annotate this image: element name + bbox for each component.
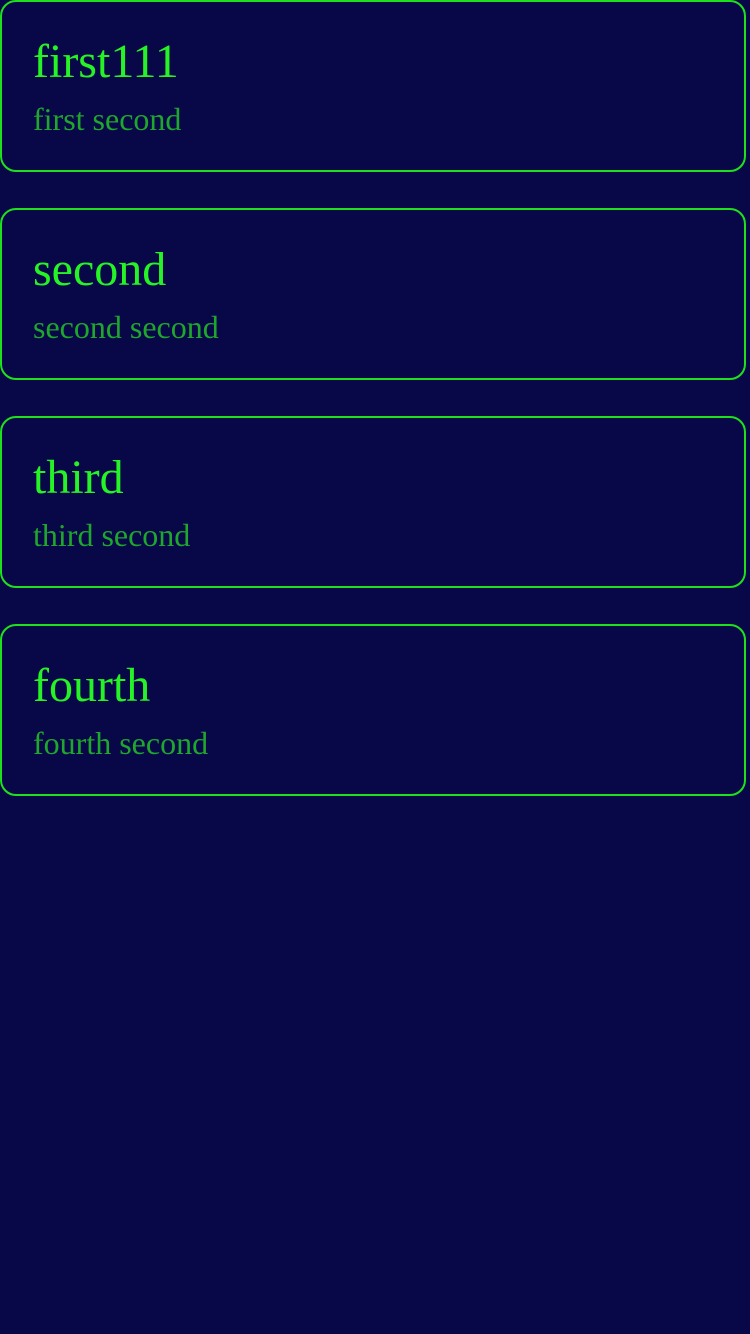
- card-title: fourth: [33, 659, 151, 712]
- list-item-card[interactable]: first111 first second: [0, 0, 746, 172]
- list-item-card[interactable]: third third second: [0, 416, 746, 588]
- list-item-card[interactable]: second second second: [0, 208, 746, 380]
- card-title: first111: [33, 35, 179, 88]
- card-subtitle: first second: [33, 101, 182, 137]
- list-item-card[interactable]: fourth fourth second: [0, 624, 746, 796]
- card-title: third: [33, 451, 124, 504]
- card-subtitle: second second: [33, 309, 219, 345]
- card-title: second: [33, 243, 167, 296]
- card-subtitle: fourth second: [33, 725, 209, 761]
- card-list: first111 first second second second seco…: [0, 0, 750, 1334]
- card-subtitle: third second: [33, 517, 191, 553]
